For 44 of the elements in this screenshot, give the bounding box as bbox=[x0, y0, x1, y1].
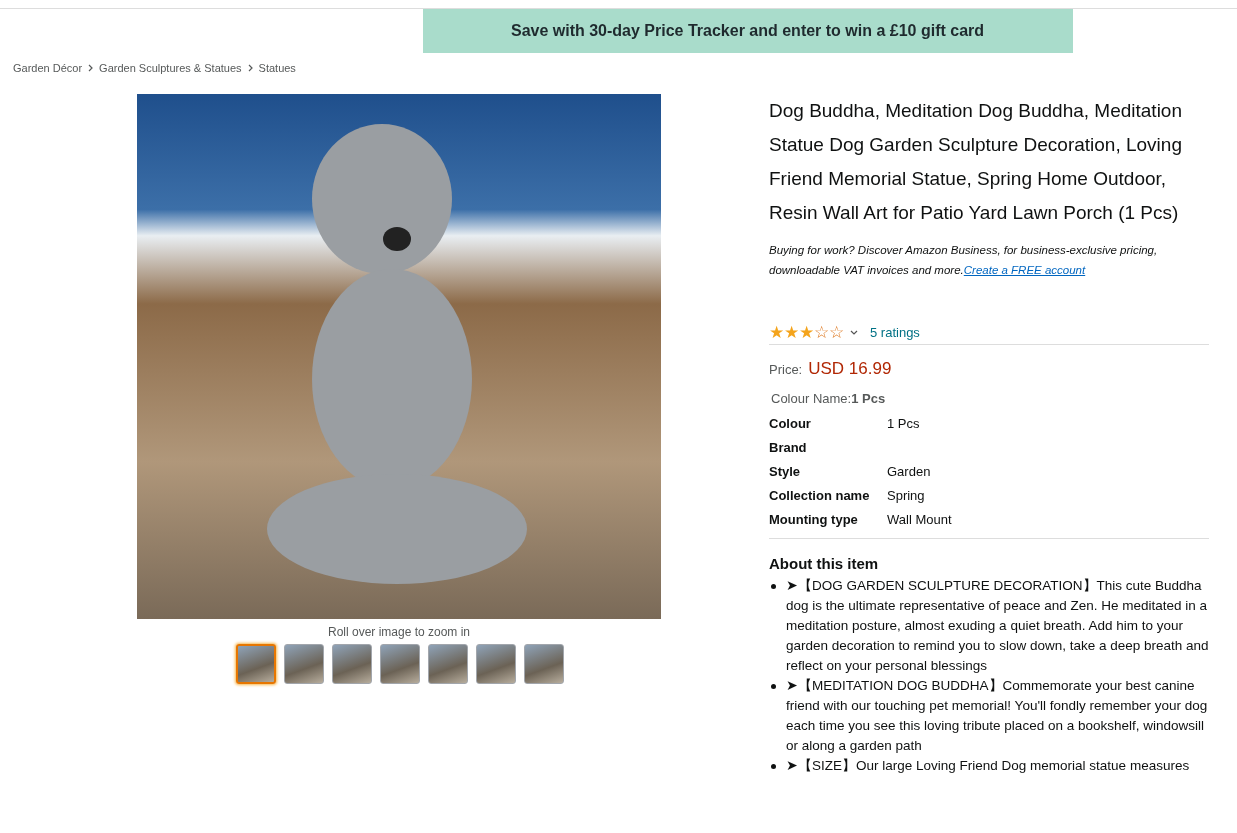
spec-value: Wall Mount bbox=[887, 512, 953, 528]
price-label: Price: bbox=[769, 362, 803, 377]
create-account-link[interactable]: Create a FREE account bbox=[963, 264, 1086, 276]
zoom-hint: Roll over image to zoom in bbox=[326, 625, 472, 639]
star-icon: ☆ bbox=[829, 324, 844, 341]
price: USD 16.99 bbox=[808, 359, 892, 379]
thumbnail[interactable] bbox=[380, 644, 420, 684]
ratings-link[interactable]: 5 ratings bbox=[870, 325, 920, 340]
promo-banner[interactable]: Save with 30-day Price Tracker and enter to win a £10 gift card bbox=[422, 9, 1073, 53]
bullet-icon bbox=[771, 684, 776, 689]
star-icon: ★ bbox=[799, 324, 814, 341]
thumbnail[interactable] bbox=[284, 644, 324, 684]
star-icon: ★ bbox=[769, 324, 784, 341]
thumbnail[interactable] bbox=[524, 644, 564, 684]
bullet-icon bbox=[771, 764, 776, 769]
product-title: Dog Buddha, Meditation Dog Buddha, Meditation Statue Dog Garden Sculpture Decoration, Loving Friend Memorial Statue, Spring Home Outdoor, Resin Wall Art for Patio Yard Lawn Porch (1 Pcs) bbox=[769, 99, 1183, 225]
chevron-icon bbox=[247, 64, 253, 72]
spec-value: Spring bbox=[887, 488, 926, 504]
spec-label: Colour bbox=[769, 416, 812, 432]
about-heading: About this item bbox=[769, 555, 880, 572]
thumbnail[interactable] bbox=[428, 644, 468, 684]
feature-bullet: ➤【SIZE】Our large Loving Friend Dog memorial statue measures bbox=[786, 757, 1191, 775]
breadcrumb-link[interactable]: Garden Décor bbox=[13, 62, 83, 74]
feature-bullet: ➤【DOG GARDEN SCULPTURE DECORATION】This cute Buddha dog is the ultimate representative of peace and Zen. He meditated in a meditation posture, almost exuding a quiet breath. Add him to your garden decoration to remind you to slow down, take a deep breath and reflect on your personal blessings bbox=[786, 577, 1209, 675]
star-icon: ★ bbox=[784, 324, 799, 341]
feature-bullet: ➤【MEDITATION DOG BUDDHA】Commemorate your best canine friend with our touching pet memorial! You'll fondly remember your dog each time you see this loving tribute placed on a bookshelf, windowsill or along a garden path bbox=[786, 677, 1209, 755]
caret-icon[interactable] bbox=[850, 330, 858, 335]
photo-placeholder[interactable] bbox=[137, 94, 661, 619]
thumbnail[interactable] bbox=[332, 644, 372, 684]
bullet-icon bbox=[771, 584, 776, 589]
spec-value: 1 Pcs bbox=[887, 416, 921, 432]
business-note: Buying for work? Discover Amazon Business, for business-exclusive pricing, downloadable VAT invoices and more.Create a FREE account bbox=[769, 243, 1159, 278]
breadcrumb-link[interactable]: Statues bbox=[258, 62, 296, 74]
star-icon: ☆ bbox=[814, 324, 829, 341]
thumbnail[interactable] bbox=[476, 644, 516, 684]
spec-value: Garden bbox=[887, 464, 932, 480]
chevron-icon bbox=[88, 64, 94, 72]
colour-name: Colour Name:1 Pcs bbox=[771, 391, 887, 406]
spec-label: Brand bbox=[769, 440, 808, 456]
breadcrumb-link[interactable]: Garden Sculptures & Statues bbox=[99, 62, 242, 74]
spec-label: Style bbox=[769, 464, 802, 480]
spec-label: Mounting type bbox=[769, 512, 859, 528]
spec-label: Collection name bbox=[769, 488, 871, 504]
thumbnail[interactable] bbox=[236, 644, 276, 684]
